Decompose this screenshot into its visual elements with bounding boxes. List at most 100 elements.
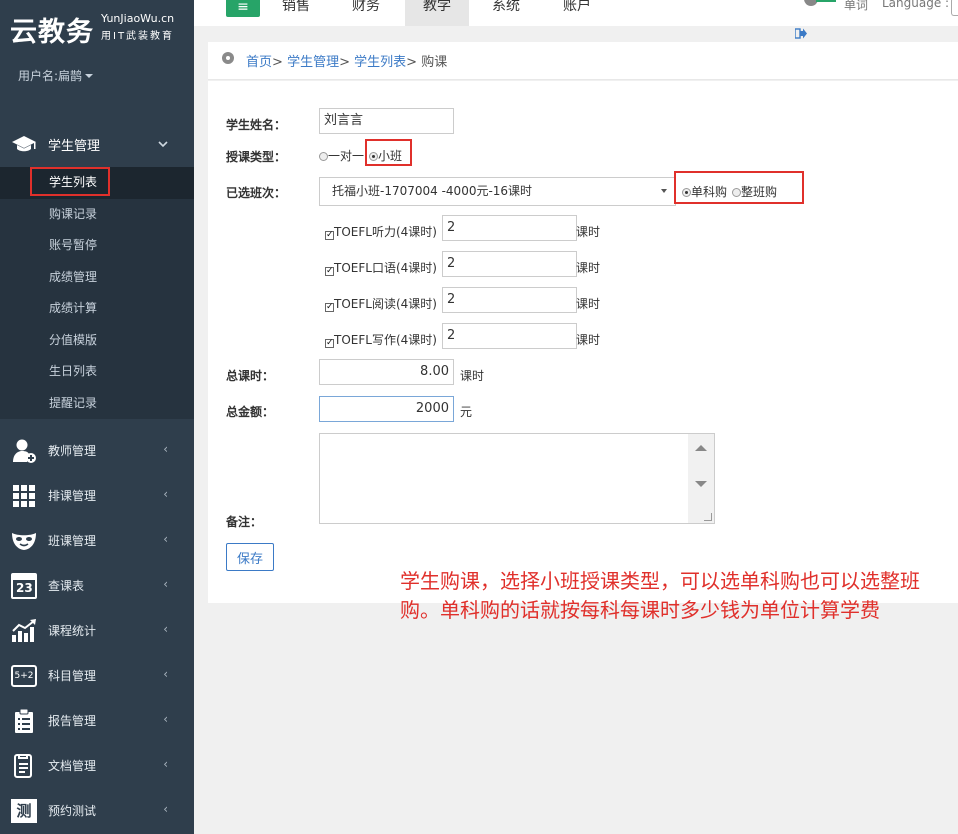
hamburger-icon: ≡ — [237, 0, 249, 15]
sidebar-item-grade-calc[interactable]: 成绩计算 — [0, 293, 194, 325]
sidebar-item-purchase-records[interactable]: 购课记录 — [0, 199, 194, 231]
breadcrumb-sep: > — [272, 55, 283, 70]
sidebar-group-subject[interactable]: 5+2 科目管理 ‹ — [0, 653, 194, 698]
sidebar-item-birthday-list[interactable]: 生日列表 — [0, 356, 194, 388]
sidebar-group-class-course[interactable]: 班课管理 ‹ — [0, 518, 194, 563]
total-amount-value: 2000 — [415, 401, 449, 416]
total-hours-value: 8.00 — [420, 364, 449, 379]
subject-label: TOEFL口语(4课时) — [334, 261, 437, 275]
caret-down-icon — [661, 189, 667, 193]
sidebar-submenu: 学生列表 购课记录 账号暂停 成绩管理 成绩计算 分值模版 生日列表 提醒记录 — [0, 167, 194, 419]
student-name-label: 学生姓名： — [226, 118, 287, 132]
course-type-one-on-one[interactable]: 一对一 — [319, 147, 364, 164]
remark-textarea[interactable] — [319, 433, 715, 524]
breadcrumb-home[interactable]: 首页 — [246, 55, 272, 70]
chart-icon — [10, 617, 38, 645]
sidebar-item-score-template[interactable]: 分值模版 — [0, 325, 194, 357]
student-name-value: 刘言言 — [324, 113, 364, 128]
scroll-down-icon[interactable] — [695, 481, 707, 487]
remark-label: 备注： — [226, 515, 263, 529]
subject-checkbox-reading[interactable]: ✓TOEFL阅读(4课时) — [325, 295, 437, 312]
chevron-down-icon — [158, 137, 168, 151]
sidebar-item-grade-management[interactable]: 成绩管理 — [0, 262, 194, 294]
scroll-up-icon[interactable] — [695, 445, 707, 451]
checkbox[interactable]: ✓ — [325, 267, 334, 276]
subject-checkbox-listening[interactable]: ✓TOEFL听力(4课时) — [325, 223, 437, 240]
subject-label: TOEFL阅读(4课时) — [334, 297, 437, 311]
subject-checkbox-speaking[interactable]: ✓TOEFL口语(4课时) — [325, 259, 437, 276]
tab-teaching[interactable]: 教学 — [405, 0, 469, 26]
subject-hours-input[interactable]: 2 — [442, 287, 577, 313]
subject-checkbox-writing[interactable]: ✓TOEFL写作(4课时) — [325, 331, 437, 348]
test-icon: 测 — [10, 797, 38, 825]
subject-hours-input[interactable]: 2 — [442, 323, 577, 349]
hours-value: 2 — [447, 220, 456, 235]
sidebar-item-label: 成绩计算 — [49, 301, 98, 315]
logout-icon[interactable] — [794, 28, 807, 42]
subject-hours-input[interactable]: 2 — [442, 215, 577, 241]
amount-unit: 元 — [460, 405, 473, 419]
chevron-left-icon: ‹ — [163, 667, 168, 681]
radio-one-on-one[interactable] — [319, 152, 328, 161]
highlight-box — [674, 171, 804, 204]
class-select[interactable]: 托福小班-1707004 -4000元-16课时 — [319, 177, 676, 206]
sidebar-group-test-booking[interactable]: 测 预约测试 ‹ — [0, 788, 194, 833]
resize-handle-icon[interactable] — [704, 513, 712, 521]
chevron-left-icon: ‹ — [163, 712, 168, 726]
sidebar-item-label: 提醒记录 — [49, 395, 98, 410]
checkbox[interactable]: ✓ — [325, 303, 334, 312]
user-menu[interactable]: 用户名:扁鹊 — [18, 67, 94, 84]
breadcrumb-sep: > — [339, 55, 350, 70]
breadcrumb-student-management[interactable]: 学生管理 — [287, 55, 339, 70]
logo-main-text: 云教务 — [10, 17, 94, 48]
sidebar-group-document[interactable]: 文档管理 ‹ — [0, 743, 194, 788]
subject-hours-input[interactable]: 2 — [442, 251, 577, 277]
mask-icon — [10, 527, 38, 555]
grid-icon — [10, 482, 38, 510]
checkbox[interactable]: ✓ — [325, 231, 334, 240]
checkbox[interactable]: ✓ — [325, 339, 334, 348]
menu-toggle-button[interactable]: ≡ — [226, 0, 260, 17]
sidebar-group-student[interactable]: 学生管理 — [0, 122, 194, 166]
logo-slogan-text: 用IT武装教育 — [101, 31, 175, 42]
sidebar-item-reminder-records[interactable]: 提醒记录 — [0, 388, 194, 420]
highlight-box — [30, 167, 110, 196]
textarea-scrollbar[interactable] — [688, 434, 714, 523]
sidebar-group-scheduling[interactable]: 排课管理 ‹ — [0, 473, 194, 518]
sidebar-group-course-stats[interactable]: 课程统计 ‹ — [0, 608, 194, 653]
sidebar-group-label: 报告管理 — [48, 714, 97, 728]
sidebar-group-label: 班课管理 — [48, 534, 97, 548]
total-amount-input[interactable]: 2000 — [319, 396, 454, 422]
sidebar-group-label: 预约测试 — [48, 804, 97, 818]
subject-label: TOEFL写作(4课时) — [334, 333, 437, 347]
tab-system[interactable]: 系统 — [492, 0, 536, 26]
breadcrumb-student-list[interactable]: 学生列表 — [354, 55, 406, 70]
sidebar-item-label: 账号暂停 — [49, 238, 98, 252]
user-name-label: 用户名:扁鹊 — [18, 69, 83, 83]
vocabulary-link[interactable]: 单词 — [844, 0, 868, 13]
tab-account[interactable]: 账户 — [563, 0, 607, 26]
total-hours-input: 8.00 — [319, 359, 454, 385]
chevron-left-icon: ‹ — [163, 577, 168, 591]
total-hours-label: 总课时： — [226, 369, 275, 383]
sidebar-item-account-suspend[interactable]: 账号暂停 — [0, 230, 194, 262]
sidebar-group-timetable[interactable]: 23 查课表 ‹ — [0, 563, 194, 608]
hours-unit: 课时 — [576, 297, 601, 311]
tab-finance[interactable]: 财务 — [352, 0, 396, 26]
save-button[interactable]: 保存 — [226, 543, 274, 571]
hours-value: 2 — [447, 256, 456, 271]
clipboard-icon — [10, 707, 38, 735]
chevron-left-icon: ‹ — [163, 757, 168, 771]
sidebar-group-label: 查课表 — [48, 579, 85, 593]
sidebar-group-report[interactable]: 报告管理 ‹ — [0, 698, 194, 743]
breadcrumb: 首页> 学生管理> 学生列表> 购课 — [208, 42, 958, 80]
language-select[interactable] — [951, 0, 958, 16]
hours-unit: 课时 — [576, 333, 601, 347]
hours-unit: 课时 — [576, 261, 601, 275]
student-name-input[interactable]: 刘言言 — [319, 108, 454, 134]
caret-down-icon — [85, 74, 94, 78]
total-amount-label: 总金额： — [226, 405, 275, 419]
sidebar-item-label: 分值模版 — [49, 332, 98, 347]
tab-sales[interactable]: 销售 — [282, 0, 326, 26]
sidebar-group-teacher[interactable]: 教师管理 ‹ — [0, 428, 194, 473]
